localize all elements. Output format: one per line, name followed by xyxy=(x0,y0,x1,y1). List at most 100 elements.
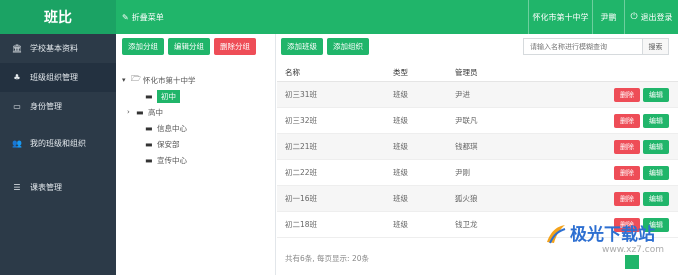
row-actions: 删除 编辑 xyxy=(605,113,678,128)
tree-node-label: 宣传中心 xyxy=(157,155,187,165)
sidebar-item-label: 学校基本资料 xyxy=(30,44,78,53)
tree-node-label: 怀化市第十中学 xyxy=(143,75,196,85)
row-actions: 删除 编辑 xyxy=(605,139,678,154)
sidebar-item-label: 课表管理 xyxy=(30,182,62,192)
cell-type: 班级 xyxy=(393,142,408,151)
add-org-button[interactable]: 添加组织 xyxy=(327,38,369,55)
sidebar-item-my-classes[interactable]: 👥 我的班级和组织 xyxy=(0,121,116,165)
add-class-button[interactable]: 添加班级 xyxy=(281,38,323,55)
column-header-type: 类型 xyxy=(393,68,408,77)
table-row: 初一16班 班级 狐火狼 删除 编辑 xyxy=(277,186,678,212)
table-row: 初二21班 班级 钱都琪 删除 编辑 xyxy=(277,134,678,160)
folder-icon: ▬ xyxy=(145,91,153,101)
collapse-menu-button[interactable]: ✎ 折叠菜单 xyxy=(122,8,164,26)
table-row: 初三32班 班级 尹联凡 删除 编辑 xyxy=(277,108,678,134)
delete-button[interactable]: 删除 xyxy=(614,113,640,128)
sidebar-item-label: 身份管理 xyxy=(30,102,62,111)
tree-node-label: 信息中心 xyxy=(157,123,187,133)
cell-name: 初二21班 xyxy=(285,142,318,151)
logout-icon: ⏻ xyxy=(630,12,638,22)
list-icon: ☰ xyxy=(13,182,21,192)
watermark-title: 极光下载站 xyxy=(570,225,655,245)
sidebar-item-timetable[interactable]: ☰ 课表管理 xyxy=(0,165,116,209)
cell-admin: 钱都琪 xyxy=(455,142,478,151)
folder-icon: ▬ xyxy=(145,123,153,133)
cell-admin: 尹刚 xyxy=(455,168,470,177)
edit-button[interactable]: 编辑 xyxy=(643,191,669,206)
top-bar: 班比 ✎ 折叠菜单 怀化市第十中学 尹鹏 ⏻ 退出登录 xyxy=(0,0,678,34)
card-icon: ▭ xyxy=(13,102,21,111)
search-bar: 搜索 xyxy=(523,38,669,55)
org-tree: ▾ 🗁 怀化市第十中学 ▬ 初中 › ▬ 高中 ▬ 信息中心 ▬ 保安部 ▬ 宣… xyxy=(122,72,196,168)
watermark: 极光下载站 www.xz7.com xyxy=(540,218,670,260)
cell-admin: 狐火狼 xyxy=(455,194,478,203)
sidebar: 🏛 学校基本资料 ♣ 班级组织管理 ▭ 身份管理 👥 我的班级和组织 ☰ 课表管… xyxy=(0,34,116,275)
group-tree-panel: 添加分组 编辑分组 删除分组 ▾ 🗁 怀化市第十中学 ▬ 初中 › ▬ 高中 ▬… xyxy=(116,34,276,275)
add-group-button[interactable]: 添加分组 xyxy=(122,38,164,55)
brand-logo[interactable]: 班比 xyxy=(0,0,116,34)
tree-node-root[interactable]: ▾ 🗁 怀化市第十中学 xyxy=(122,72,196,88)
edit-button[interactable]: 编辑 xyxy=(643,139,669,154)
cell-type: 班级 xyxy=(393,194,408,203)
sidebar-item-class-org[interactable]: ♣ 班级组织管理 xyxy=(0,63,116,92)
edit-button[interactable]: 编辑 xyxy=(643,165,669,180)
tree-node-security[interactable]: ▬ 保安部 xyxy=(122,136,196,152)
table-row: 初三31班 班级 尹进 删除 编辑 xyxy=(277,82,678,108)
chevron-right-icon[interactable]: › xyxy=(127,108,136,116)
watermark-url: www.xz7.com xyxy=(602,245,664,255)
folder-icon: ▬ xyxy=(145,139,153,149)
org-icon: ♣ xyxy=(13,73,21,82)
row-actions: 删除 编辑 xyxy=(605,191,678,206)
row-actions: 删除 编辑 xyxy=(605,87,678,102)
tree-node-senior[interactable]: › ▬ 高中 xyxy=(122,104,196,120)
delete-button[interactable]: 删除 xyxy=(614,87,640,102)
delete-group-button[interactable]: 删除分组 xyxy=(214,38,256,55)
table-row: 初二22班 班级 尹刚 删除 编辑 xyxy=(277,160,678,186)
logout-button[interactable]: ⏻ 退出登录 xyxy=(624,0,678,34)
table-body: 初三31班 班级 尹进 删除 编辑 初三32班 班级 尹联凡 删除 编辑 初二21班 班级 钱都琪 删除编… xyxy=(277,82,678,238)
folder-icon: ▬ xyxy=(145,155,153,165)
cell-name: 初三32班 xyxy=(285,116,318,125)
main-toolbar: 添加班级 添加组织 xyxy=(281,38,369,55)
tree-node-label: 初中 xyxy=(157,89,180,103)
tree-node-publicity[interactable]: ▬ 宣传中心 xyxy=(122,152,196,168)
watermark-logo-icon xyxy=(547,225,566,244)
edit-group-button[interactable]: 编辑分组 xyxy=(168,38,210,55)
delete-button[interactable]: 删除 xyxy=(614,165,640,180)
app-window: 班比 ✎ 折叠菜单 怀化市第十中学 尹鹏 ⏻ 退出登录 🏛 学校基本资料 ♣ 班… xyxy=(0,0,678,275)
edit-button[interactable]: 编辑 xyxy=(643,113,669,128)
tree-node-junior[interactable]: ▬ 初中 xyxy=(122,88,196,104)
collapse-menu-label: 折叠菜单 xyxy=(131,12,164,22)
search-button[interactable]: 搜索 xyxy=(643,38,669,55)
org-name[interactable]: 怀化市第十中学 xyxy=(528,0,592,34)
search-input[interactable] xyxy=(523,38,643,55)
tree-node-label: 高中 xyxy=(148,107,163,117)
cell-name: 初二22班 xyxy=(285,168,318,177)
class-table: 名称 类型 管理员 初三31班 班级 尹进 删除 编辑 初三32班 班级 尹联凡 删除 编辑 初二2… xyxy=(277,64,678,238)
delete-button[interactable]: 删除 xyxy=(614,191,640,206)
folder-open-icon: 🗁 xyxy=(131,74,141,83)
cell-admin: 尹联凡 xyxy=(455,116,478,125)
cell-name: 初二18班 xyxy=(285,220,318,229)
cell-admin: 尹进 xyxy=(455,90,470,99)
edit-icon: ✎ xyxy=(122,12,129,22)
delete-button[interactable]: 删除 xyxy=(614,139,640,154)
pagination-summary: 共有6条, 每页显示: 20条 xyxy=(285,254,369,263)
sidebar-item-identity[interactable]: ▭ 身份管理 xyxy=(0,92,116,121)
sidebar-item-label: 班级组织管理 xyxy=(30,73,78,82)
tree-node-info-center[interactable]: ▬ 信息中心 xyxy=(122,120,196,136)
scroll-top-button[interactable] xyxy=(625,255,639,269)
cell-name: 初一16班 xyxy=(285,194,318,203)
group-icon: 👥 xyxy=(12,138,22,148)
user-name[interactable]: 尹鹏 xyxy=(592,0,624,34)
chevron-down-icon[interactable]: ▾ xyxy=(122,76,131,84)
sidebar-item-school-info[interactable]: 🏛 学校基本资料 xyxy=(0,34,116,63)
logout-label: 退出登录 xyxy=(640,12,673,22)
cell-type: 班级 xyxy=(393,220,408,229)
tree-node-label: 保安部 xyxy=(157,139,180,149)
edit-button[interactable]: 编辑 xyxy=(643,87,669,102)
sidebar-item-label: 我的班级和组织 xyxy=(30,138,86,148)
folder-icon: ▬ xyxy=(136,107,144,117)
tree-toolbar: 添加分组 编辑分组 删除分组 xyxy=(122,38,256,55)
cell-name: 初三31班 xyxy=(285,90,318,99)
